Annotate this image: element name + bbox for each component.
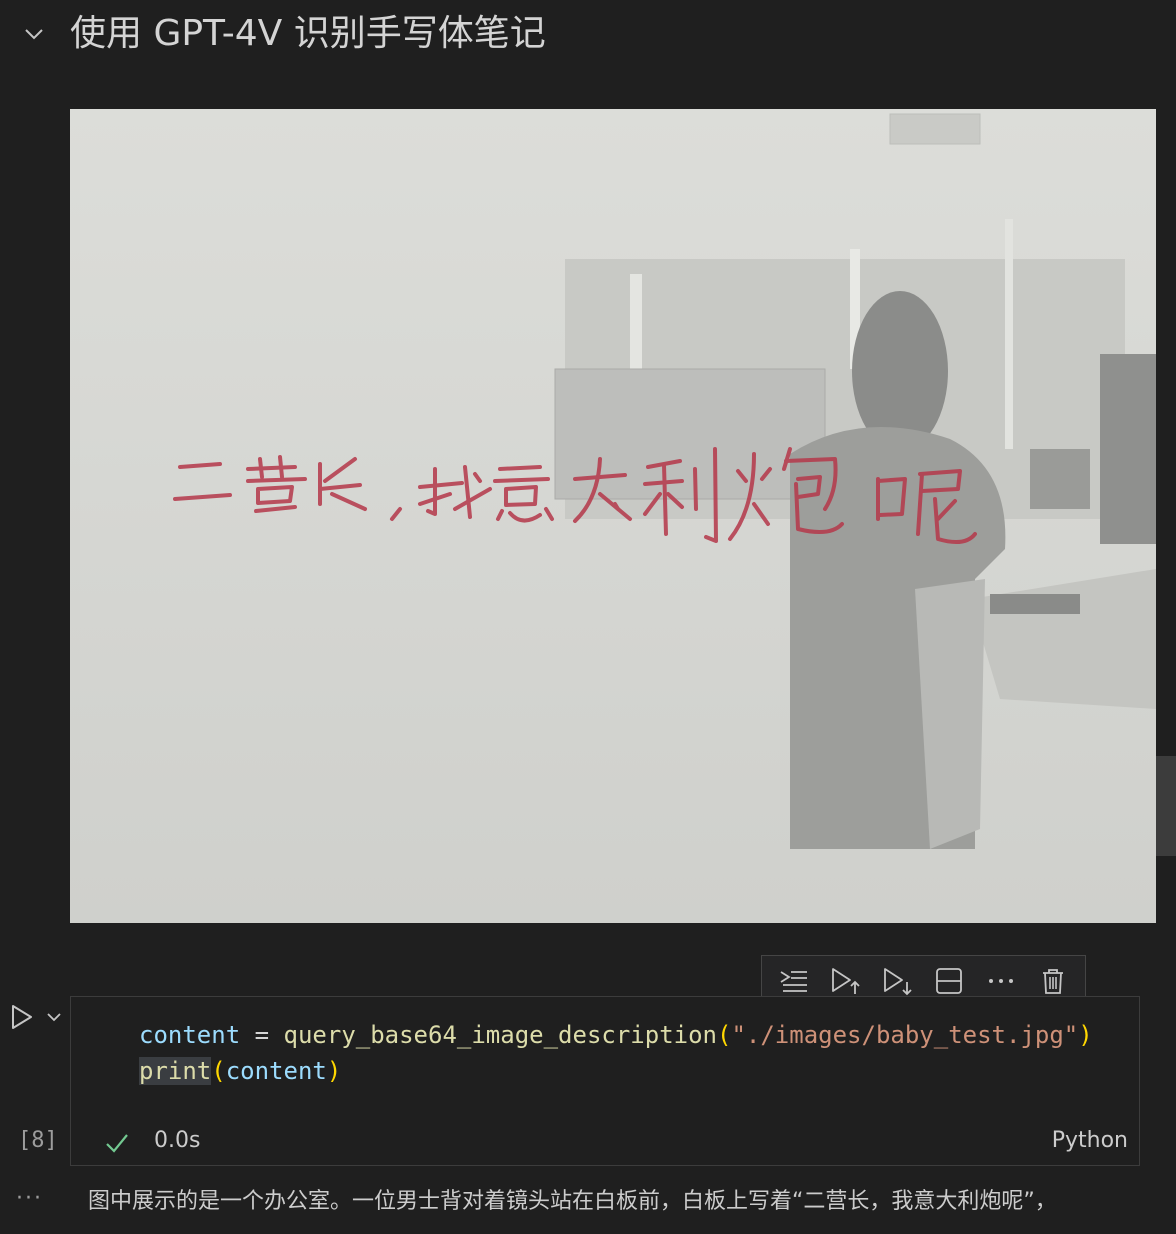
check-icon [106, 1134, 128, 1153]
code-editor[interactable]: content = query_base64_image_description… [139, 1017, 1093, 1089]
run-cell-icon[interactable] [8, 1003, 36, 1031]
language-selector[interactable]: Python [1052, 1128, 1128, 1153]
section-title: 使用 GPT-4V 识别手写体笔记 [70, 13, 546, 54]
delete-icon[interactable] [1033, 961, 1073, 1001]
code-line-1: content = query_base64_image_description… [139, 1021, 1093, 1049]
output-image [70, 109, 1156, 923]
scrollbar-thumb[interactable] [1156, 756, 1176, 856]
cell-output-text: 图中展示的是一个办公室。一位男士背对着镜头站在白板前，白板上写着“二营长，我意大… [88, 1189, 1057, 1214]
run-by-line-icon[interactable] [774, 961, 814, 1001]
chevron-down-icon[interactable] [45, 1008, 63, 1026]
execution-count: [8] [18, 1128, 58, 1153]
chevron-down-icon[interactable] [22, 22, 46, 46]
split-cell-icon[interactable] [929, 961, 969, 1001]
code-cell[interactable]: content = query_base64_image_description… [70, 996, 1140, 1166]
code-line-2: print(content) [139, 1057, 342, 1085]
run-below-icon[interactable] [878, 961, 918, 1001]
run-above-icon[interactable] [826, 961, 866, 1001]
more-icon[interactable] [981, 961, 1021, 1001]
execution-time: 0.0s [154, 1128, 201, 1153]
output-more-button[interactable]: ··· [16, 1186, 43, 1211]
